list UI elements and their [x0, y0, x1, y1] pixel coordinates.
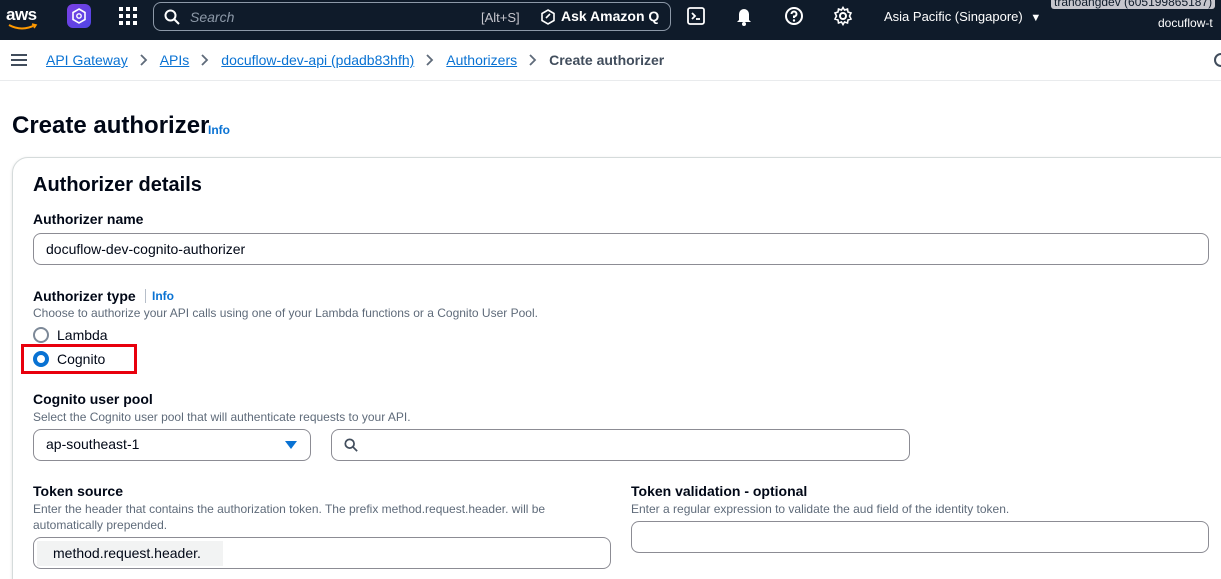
token-source-description-line2: automatically prepended. [33, 518, 168, 532]
page-info-link[interactable]: Info [208, 123, 230, 137]
cognito-highlight-box [21, 344, 137, 374]
breadcrumb-apis[interactable]: APIs [160, 52, 190, 68]
authorizer-type-info-link[interactable]: Info [152, 289, 174, 303]
account-role-label[interactable]: docuflow-t [1158, 16, 1213, 30]
region-selector[interactable]: Asia Pacific (Singapore) ▼ [884, 9, 1041, 24]
search-shortcut: [Alt+S] [481, 10, 520, 25]
info-divider [145, 289, 146, 303]
chevron-right-icon [426, 54, 434, 66]
settings-gear-icon[interactable] [833, 6, 853, 26]
breadcrumb-authorizers[interactable]: Authorizers [446, 52, 517, 68]
token-validation-input[interactable] [631, 521, 1209, 553]
token-source-prefix: method.request.header. [37, 541, 223, 566]
global-search[interactable]: Search [Alt+S] Ask Amazon Q [153, 2, 671, 31]
panel-toggle-icon[interactable] [1211, 52, 1221, 68]
breadcrumb-api[interactable]: docuflow-dev-api (pdadb83hfh) [221, 52, 414, 68]
region-select-value: ap-southeast-1 [46, 436, 140, 452]
chevron-right-icon [529, 54, 537, 66]
region-label: Asia Pacific (Singapore) [884, 9, 1023, 24]
authorizer-type-label: Authorizer type [33, 288, 136, 304]
panel-title: Authorizer details [33, 174, 202, 196]
lambda-radio[interactable] [33, 327, 49, 343]
amazon-q-app-icon[interactable] [67, 4, 91, 28]
search-placeholder: Search [190, 9, 235, 25]
account-id-badge[interactable]: tranoangdev (605199865187) [1051, 0, 1216, 9]
token-source-label: Token source [33, 483, 123, 499]
user-pool-search-input[interactable] [331, 429, 910, 461]
aws-logo-text: aws [6, 5, 37, 24]
aws-logo[interactable]: aws [6, 4, 40, 34]
lambda-radio-label[interactable]: Lambda [57, 327, 108, 343]
token-validation-description: Enter a regular expression to validate t… [631, 502, 1010, 516]
services-grid-icon[interactable] [119, 7, 137, 25]
breadcrumb-bar: API Gateway APIs docuflow-dev-api (pdadb… [0, 40, 1221, 81]
top-navigation: aws Search [Alt+S] Ask Amazon Q Asia Pac… [0, 0, 1221, 40]
cognito-user-pool-description: Select the Cognito user pool that will a… [33, 410, 411, 424]
search-icon [164, 9, 180, 25]
chevron-right-icon [201, 54, 209, 66]
breadcrumb-api-gateway[interactable]: API Gateway [46, 52, 128, 68]
authorizer-type-description: Choose to authorize your API calls using… [33, 306, 538, 320]
caret-down-icon: ▼ [1030, 12, 1042, 24]
breadcrumb-current: Create authorizer [549, 52, 665, 68]
token-validation-label: Token validation - optional [631, 483, 808, 499]
page-title: Create authorizer [12, 112, 210, 139]
authorizer-name-input[interactable] [33, 233, 1209, 265]
amazon-q-icon [541, 9, 555, 25]
breadcrumb: API Gateway APIs docuflow-dev-api (pdadb… [46, 52, 664, 68]
ask-amazon-q-button[interactable]: Ask Amazon Q [561, 8, 659, 24]
search-icon [344, 438, 358, 452]
help-icon[interactable] [784, 6, 804, 26]
caret-down-icon[interactable] [284, 440, 298, 450]
aws-smile-icon [8, 23, 38, 30]
authorizer-name-label: Authorizer name [33, 211, 144, 227]
menu-hamburger-icon[interactable] [11, 53, 27, 67]
region-select[interactable]: ap-southeast-1 [33, 429, 311, 461]
notifications-bell-icon[interactable] [734, 6, 754, 26]
cloudshell-icon[interactable] [686, 6, 706, 26]
chevron-right-icon [140, 54, 147, 66]
cognito-user-pool-label: Cognito user pool [33, 391, 153, 407]
token-source-description: Enter the header that contains the autho… [33, 502, 546, 516]
